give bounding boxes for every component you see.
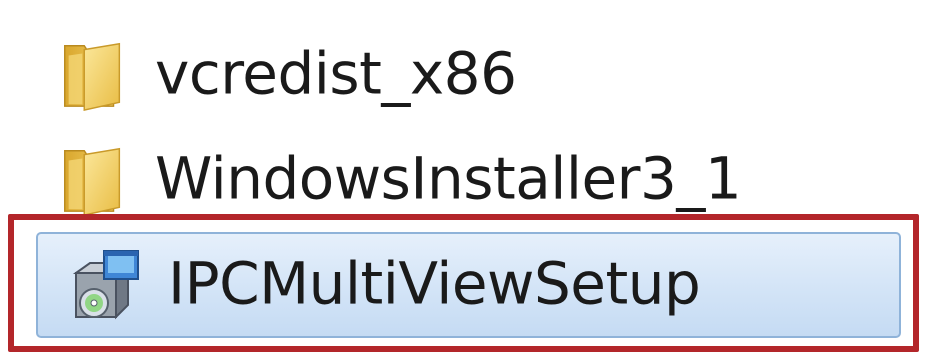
highlight-frame: IPCMultiViewSetup: [8, 214, 919, 352]
file-list: vcredist_x86 WindowsInstaller3_1 IPCMult…: [0, 0, 927, 363]
list-item-ipcmultiviewsetup[interactable]: IPCMultiViewSetup: [36, 232, 901, 338]
list-item-vcredist[interactable]: vcredist_x86: [0, 25, 927, 125]
folder-icon: [64, 147, 121, 217]
item-label: vcredist_x86: [155, 39, 517, 108]
item-label: IPCMultiViewSetup: [168, 249, 701, 318]
setup-installer-icon: [72, 250, 139, 320]
item-label: WindowsInstaller3_1: [155, 144, 742, 213]
folder-icon: [64, 42, 121, 112]
